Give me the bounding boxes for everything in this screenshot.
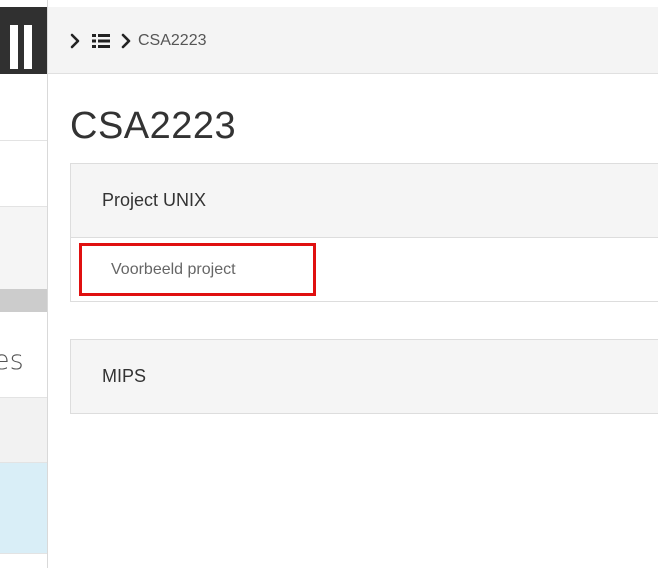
logo[interactable] bbox=[0, 25, 36, 69]
list-icon[interactable] bbox=[92, 7, 110, 74]
panel-body: Voorbeeld project bbox=[71, 237, 658, 301]
sidebar-item-active[interactable] bbox=[0, 463, 47, 553]
sidebar-section-header bbox=[0, 289, 47, 312]
app-root: es CSA2223 bbox=[0, 0, 658, 568]
sidebar: es bbox=[0, 0, 48, 568]
project-link-voorbeeld[interactable]: Voorbeeld project bbox=[111, 238, 236, 302]
sidebar-divider bbox=[0, 140, 47, 141]
panel-project-unix: Project UNIX Voorbeeld project bbox=[70, 163, 658, 302]
panel-mips: MIPS bbox=[70, 339, 658, 414]
panel-heading-label: Project UNIX bbox=[102, 190, 207, 210]
page-title: CSA2223 bbox=[70, 105, 237, 147]
sidebar-divider bbox=[0, 553, 47, 554]
sidebar-header bbox=[0, 7, 47, 74]
panel-heading[interactable]: MIPS bbox=[71, 340, 658, 413]
panel-heading[interactable]: Project UNIX bbox=[71, 164, 658, 237]
breadcrumb-current-label: CSA2223 bbox=[138, 31, 207, 49]
sidebar-item-label[interactable]: es bbox=[0, 344, 47, 378]
chevron-right-icon bbox=[121, 7, 131, 74]
sidebar-item[interactable] bbox=[0, 398, 47, 462]
breadcrumb-current: CSA2223 bbox=[138, 7, 207, 74]
chevron-right-icon bbox=[70, 7, 80, 74]
sidebar-item[interactable] bbox=[0, 207, 47, 289]
breadcrumb: CSA2223 bbox=[48, 7, 658, 74]
panel-heading-label: MIPS bbox=[102, 366, 147, 386]
